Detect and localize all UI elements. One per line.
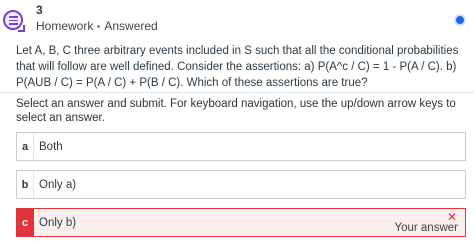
option-label: Both [39, 140, 63, 153]
divider [0, 92, 474, 93]
your-answer-label: Your answer [394, 222, 458, 234]
option-letter: b [17, 171, 34, 198]
answer-option-a[interactable]: a Both [16, 132, 466, 161]
question-number: 3 [36, 3, 43, 17]
answer-option-c[interactable]: c Only b) ✕ Your answer [16, 208, 466, 237]
option-label: Only b) [39, 216, 77, 229]
instructions-text: Select an answer and submit. For keyboar… [16, 98, 456, 124]
question-text: Let A, B, C three arbitrary events inclu… [16, 45, 459, 89]
info-icon[interactable] [454, 14, 466, 26]
question-type: Homework [36, 19, 94, 33]
option-letter: c [17, 209, 34, 236]
question-icon [3, 10, 23, 30]
question-status: Answered [104, 19, 158, 33]
separator-dot [97, 25, 101, 29]
option-letter: a [17, 133, 34, 160]
question-meta: Homework Answered [36, 19, 158, 33]
answer-option-b[interactable]: b Only a) [16, 170, 466, 199]
question-header: 3 Homework Answered [0, 0, 474, 38]
option-label: Only a) [39, 178, 77, 191]
